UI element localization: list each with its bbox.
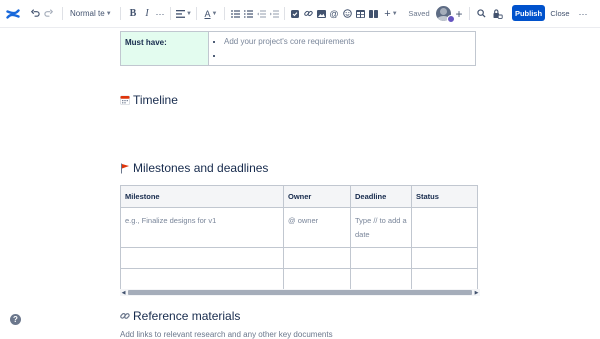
close-button[interactable]: Close	[548, 0, 572, 27]
undo-icon[interactable]	[30, 0, 41, 27]
list-item[interactable]	[224, 49, 354, 63]
table-horizontal-scrollbar[interactable]: ◀ ▶	[120, 289, 480, 296]
search-icon[interactable]	[475, 0, 487, 27]
reference-heading: Reference materials	[120, 309, 240, 323]
toolbar-divider	[224, 7, 225, 20]
column-header-status[interactable]: Status	[411, 185, 478, 208]
table-cell[interactable]: @ owner	[283, 207, 351, 248]
requirements-list[interactable]: Add your project's core requirements	[209, 32, 354, 65]
calendar-icon	[120, 94, 130, 106]
timeline-heading: Timeline	[120, 93, 178, 107]
milestones-table: Milestone Owner Deadline Status e.g., Fi…	[120, 185, 478, 290]
table-cell[interactable]	[120, 268, 284, 290]
mention-icon[interactable]: @	[329, 0, 339, 27]
must-have-label: Must have:	[121, 32, 209, 65]
image-icon[interactable]	[316, 0, 326, 27]
layouts-icon[interactable]	[368, 0, 378, 27]
table-cell[interactable]	[411, 207, 478, 248]
milestones-heading: Milestones and deadlines	[120, 161, 268, 175]
help-button[interactable]: ?	[10, 314, 21, 325]
table-cell[interactable]: e.g., Finalize designs for v1	[120, 207, 284, 248]
table-header-row: Milestone Owner Deadline Status	[120, 185, 478, 208]
scroll-right-icon[interactable]: ▶	[473, 289, 480, 296]
numbered-list-icon[interactable]	[243, 0, 253, 27]
must-have-table: Must have: Add your project's core requi…	[120, 31, 476, 66]
column-header-deadline[interactable]: Deadline	[350, 185, 412, 208]
table-icon[interactable]	[355, 0, 365, 27]
column-header-milestone[interactable]: Milestone	[120, 185, 284, 208]
restrictions-icon[interactable]	[492, 0, 504, 27]
outdent-icon[interactable]	[256, 0, 266, 27]
scroll-left-icon[interactable]: ◀	[120, 289, 127, 296]
table-row	[120, 268, 478, 290]
toolbar-divider	[170, 7, 171, 20]
milestones-title: Milestones and deadlines	[133, 161, 269, 175]
list-item[interactable]: Add your project's core requirements	[224, 35, 354, 49]
insert-label: +	[384, 7, 391, 20]
column-header-owner[interactable]: Owner	[283, 185, 351, 208]
more-icon[interactable]: ···	[576, 0, 590, 27]
toolbar-divider	[196, 7, 197, 20]
text-color-label: A	[204, 8, 211, 19]
confluence-logo-icon[interactable]	[4, 0, 22, 27]
reference-title: Reference materials	[133, 309, 241, 323]
table-cell[interactable]	[283, 268, 351, 290]
scrollbar-thumb[interactable]	[128, 290, 472, 295]
flag-icon	[120, 162, 130, 174]
text-style-label: Normal te	[70, 9, 105, 18]
action-item-icon[interactable]	[290, 0, 300, 27]
toolbar-divider	[469, 7, 470, 20]
table-cell[interactable]	[411, 247, 478, 269]
toolbar-divider	[120, 7, 121, 20]
link-icon	[120, 310, 130, 322]
table-cell[interactable]	[120, 247, 284, 269]
link-icon[interactable]	[303, 0, 313, 27]
insert-icon[interactable]: + ▼	[382, 0, 400, 27]
redo-icon[interactable]	[43, 0, 54, 27]
more-formatting-icon[interactable]: ···	[154, 0, 166, 27]
align-icon[interactable]: ▼	[175, 0, 193, 27]
table-cell[interactable]: Type // to add a date	[350, 207, 412, 248]
add-collaborator-button[interactable]: +	[453, 0, 465, 27]
emoji-icon[interactable]	[342, 0, 352, 27]
table-cell[interactable]	[350, 268, 412, 290]
toolbar-divider	[284, 7, 285, 20]
bold-icon[interactable]: B	[128, 0, 138, 27]
text-style-dropdown[interactable]: Normal te ▼	[70, 0, 114, 27]
publish-button[interactable]: Publish	[512, 5, 545, 21]
timeline-title: Timeline	[133, 93, 178, 107]
chevron-down-icon: ▼	[105, 10, 112, 17]
editor-toolbar: Normal te ▼ B I ··· ▼ A ▼ @ + ▼ Saved + …	[0, 0, 600, 28]
table-row: e.g., Finalize designs for v1 @ owner Ty…	[120, 207, 478, 248]
indent-icon[interactable]	[269, 0, 279, 27]
table-row	[120, 247, 478, 269]
text-color-icon[interactable]: A ▼	[202, 0, 220, 27]
saved-status: Saved	[408, 9, 430, 18]
toolbar-divider	[62, 7, 63, 20]
table-cell[interactable]	[411, 268, 478, 290]
table-cell[interactable]	[283, 247, 351, 269]
table-cell[interactable]	[350, 247, 412, 269]
bullet-list-icon[interactable]	[230, 0, 240, 27]
italic-icon[interactable]: I	[142, 0, 152, 27]
